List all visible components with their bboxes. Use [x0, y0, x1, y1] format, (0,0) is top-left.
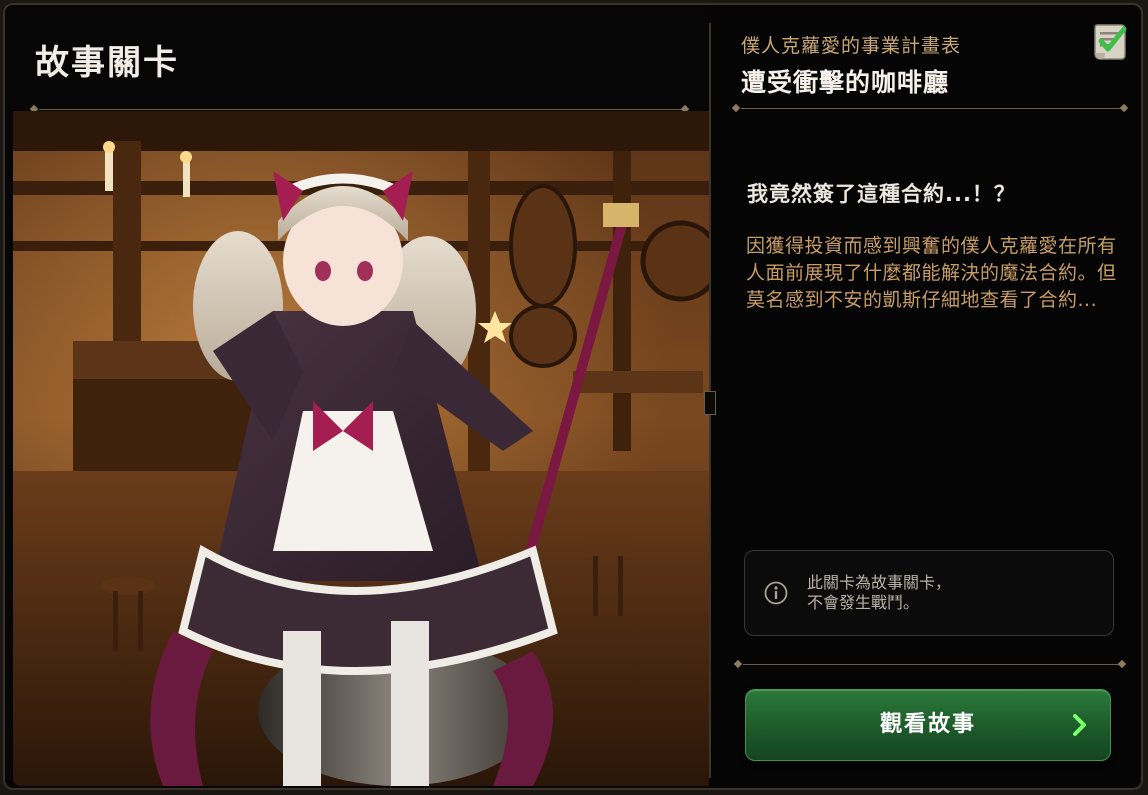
divider-ornament — [733, 659, 743, 669]
title-divider — [741, 108, 1121, 109]
divider-ornament — [1119, 103, 1129, 113]
chevron-right-icon — [1070, 713, 1090, 737]
right-panel: 僕人克蘿愛的事業計畫表 遭受衝擊的咖啡廳 我竟然簽了這種合約...！？ 因獲得投… — [711, 5, 1141, 788]
title-divider — [39, 109, 681, 110]
character-illustration — [13, 111, 709, 786]
divider-ornament — [731, 103, 741, 113]
info-notice: 此關卡為故事關卡， 不會發生戰鬥。 — [744, 550, 1114, 636]
stage-subtitle: 僕人克蘿愛的事業計畫表 — [741, 35, 962, 57]
watch-story-label: 觀看故事 — [879, 712, 976, 737]
divider-ornament — [1117, 659, 1127, 669]
info-text: 此關卡為故事關卡， 不會發生戰鬥。 — [807, 573, 952, 612]
stage-title: 遭受衝擊的咖啡廳 — [741, 68, 950, 97]
story-heading: 我竟然簽了這種合約...！？ — [747, 182, 1016, 206]
story-stage-dialog: 故事關卡 僕人克蘿愛的事業計畫表 遭受衝擊的咖啡廳 我竟然簽了這種合約...！？… — [3, 3, 1143, 790]
button-divider — [743, 664, 1119, 665]
story-description: 因獲得投資而感到興奮的僕人克蘿愛在所有人面前展現了什麼都能解決的魔法合約。但莫名… — [746, 235, 1117, 311]
info-icon — [764, 581, 788, 605]
page-title: 故事關卡 — [35, 43, 179, 83]
checklist-icon[interactable] — [1091, 21, 1129, 61]
left-panel: 故事關卡 — [5, 5, 709, 788]
watch-story-button[interactable]: 觀看故事 — [745, 689, 1111, 761]
